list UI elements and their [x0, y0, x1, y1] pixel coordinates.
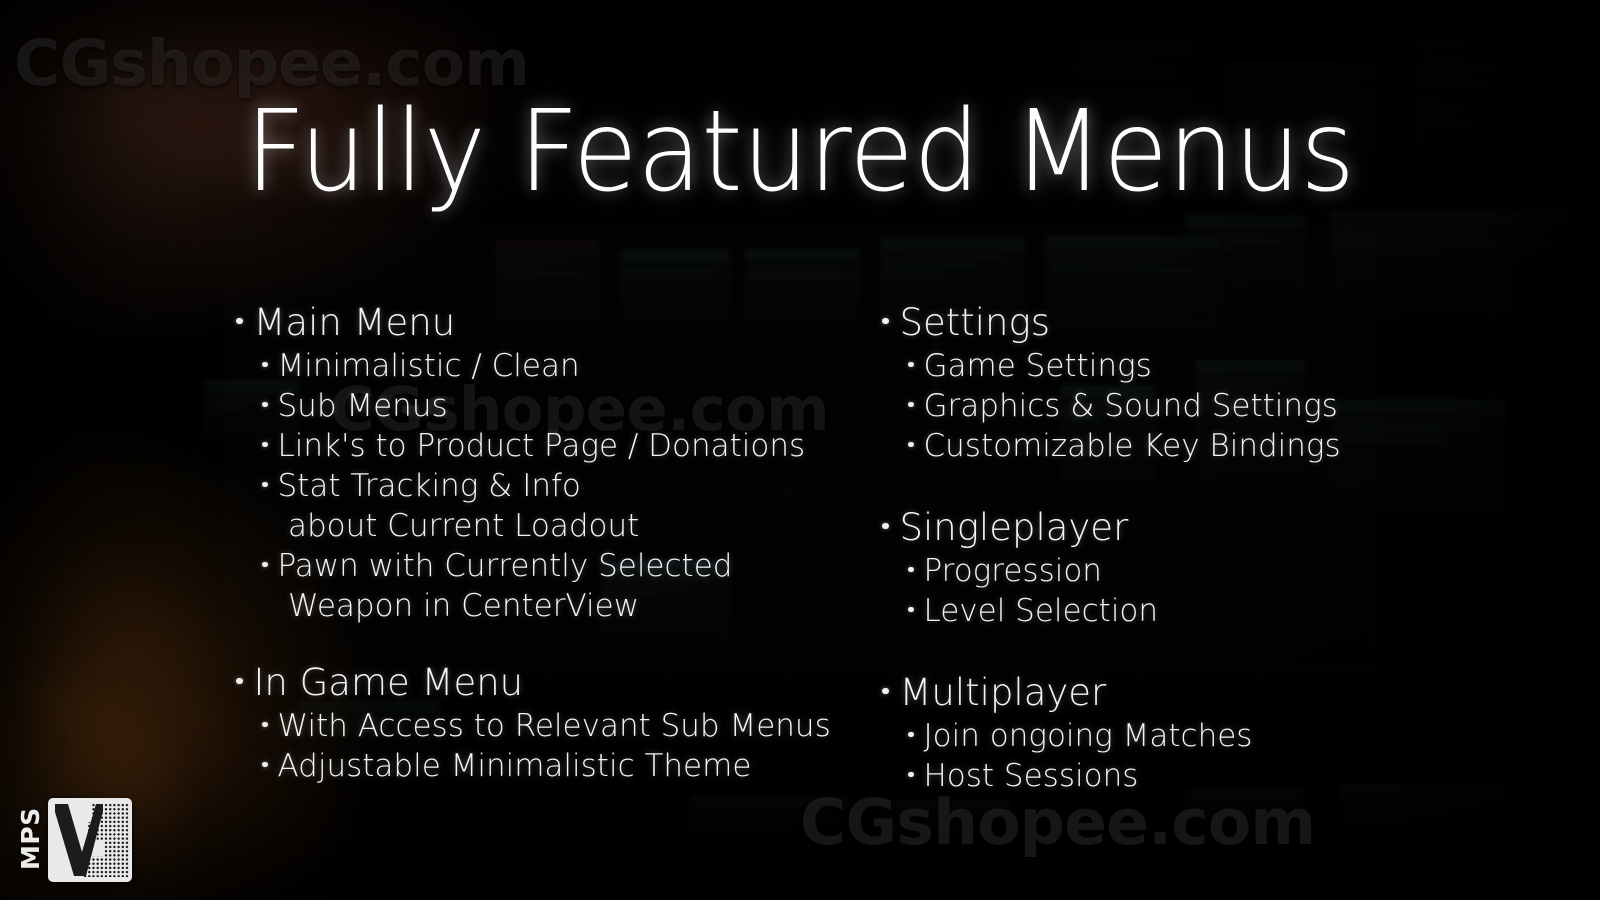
bullet-dot-icon — [262, 561, 268, 567]
feature-item: With Access to Relevant Sub Menus — [262, 706, 876, 746]
bullet-dot-icon — [908, 361, 914, 367]
bullet-dot-icon — [882, 317, 889, 324]
bullet-dot-icon — [262, 481, 268, 487]
bg-wire — [1160, 78, 1430, 79]
feature-group-main-menu: Main Menu Minimalistic / Clean Sub Menus… — [236, 300, 876, 626]
feature-group-settings: Settings Game Settings Graphics & Sound … — [882, 300, 1502, 466]
feature-group-multiplayer: Multiplayer Join ongoing Matches Host Se… — [882, 670, 1502, 796]
bg-node — [690, 795, 850, 875]
feature-item-continuation: about Current Loadout — [288, 508, 640, 544]
feature-item: Pawn with Currently Selected — [262, 546, 876, 586]
feature-item: Customizable Key Bindings — [908, 426, 1502, 466]
feature-item-continuation: Weapon in CenterView — [288, 588, 640, 624]
bullet-dot-icon — [882, 522, 889, 529]
feature-group-in-game-menu: In Game Menu With Access to Relevant Sub… — [236, 660, 876, 786]
bullet-dot-icon — [236, 677, 243, 684]
feature-item: Progression — [908, 551, 1502, 591]
feature-item: Link's to Product Page / Donations — [262, 426, 876, 466]
page-title: Fully Featured Menus — [245, 87, 1355, 217]
feature-group-singleplayer: Singleplayer Progression Level Selection — [882, 505, 1502, 631]
feature-heading: Main Menu — [236, 300, 876, 346]
bg-wire — [560, 278, 1080, 279]
feature-heading: Multiplayer — [882, 670, 1502, 716]
slide-root: CGshopee.com CGshopee.com CGshopee.com F… — [0, 0, 1600, 900]
bullet-dot-icon — [882, 687, 889, 694]
bullet-dot-icon — [262, 401, 268, 407]
bg-node — [1185, 790, 1305, 865]
feature-heading: Settings — [882, 300, 1502, 346]
feature-item: Host Sessions — [908, 756, 1502, 796]
bullet-dot-icon — [908, 401, 914, 407]
feature-item: Stat Tracking & Info — [262, 466, 876, 506]
feature-item: Adjustable Minimalistic Theme — [262, 746, 876, 786]
feature-item: Game Settings — [908, 346, 1502, 386]
bullet-dot-icon — [262, 361, 268, 367]
bullet-dot-icon — [908, 731, 914, 737]
mps-logo-text: MPS — [16, 807, 45, 871]
bullet-dot-icon — [908, 771, 914, 777]
mps-logo: MPS — [16, 790, 146, 882]
mps-logo-mark — [48, 798, 132, 882]
bullet-dot-icon — [236, 317, 243, 324]
bg-wire — [1010, 830, 1210, 831]
bullet-dot-icon — [262, 761, 268, 767]
bullet-dot-icon — [908, 566, 914, 572]
feature-item: Minimalistic / Clean — [262, 346, 876, 386]
bullet-dot-icon — [908, 441, 914, 447]
feature-item: Graphics & Sound Settings — [908, 386, 1502, 426]
feature-heading: Singleplayer — [882, 505, 1502, 551]
bullet-dot-icon — [262, 721, 268, 727]
feature-item: Level Selection — [908, 591, 1502, 631]
bg-node — [1340, 785, 1505, 870]
bullet-dot-icon — [262, 441, 268, 447]
feature-heading: In Game Menu — [236, 660, 876, 706]
feature-item: Join ongoing Matches — [908, 716, 1502, 756]
bullet-dot-icon — [908, 606, 914, 612]
feature-item: Sub Menus — [262, 386, 876, 426]
bg-node — [880, 800, 1010, 872]
